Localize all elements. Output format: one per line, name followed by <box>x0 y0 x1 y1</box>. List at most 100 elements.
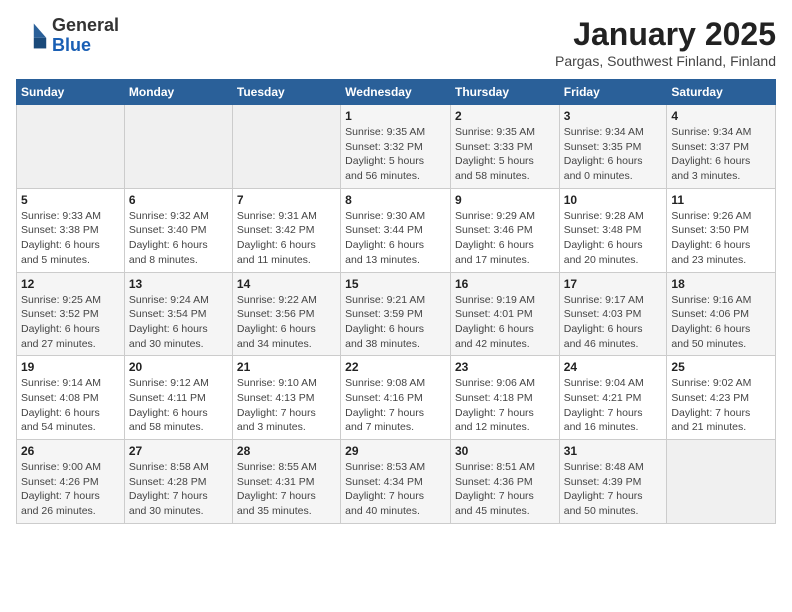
day-info: Sunrise: 9:19 AM Sunset: 4:01 PM Dayligh… <box>455 293 555 352</box>
day-number: 13 <box>129 277 228 291</box>
day-number: 28 <box>237 444 336 458</box>
calendar-cell: 18 Sunrise: 9:16 AM Sunset: 4:06 PM Dayli… <box>667 272 776 356</box>
calendar-header-row: SundayMondayTuesdayWednesdayThursdayFrid… <box>17 80 776 105</box>
day-number: 25 <box>671 360 771 374</box>
day-number: 18 <box>671 277 771 291</box>
calendar-cell <box>17 105 125 189</box>
day-info: Sunrise: 9:29 AM Sunset: 3:46 PM Dayligh… <box>455 209 555 268</box>
calendar-body: 1 Sunrise: 9:35 AM Sunset: 3:32 PM Daylig… <box>17 105 776 524</box>
day-number: 10 <box>564 193 663 207</box>
title-area: January 2025 Pargas, Southwest Finland, … <box>555 16 776 69</box>
day-number: 23 <box>455 360 555 374</box>
day-info: Sunrise: 8:53 AM Sunset: 4:34 PM Dayligh… <box>345 460 446 519</box>
calendar-cell: 26 Sunrise: 9:00 AM Sunset: 4:26 PM Dayli… <box>17 440 125 524</box>
logo-text: General Blue <box>52 16 119 56</box>
day-number: 2 <box>455 109 555 123</box>
day-info: Sunrise: 9:28 AM Sunset: 3:48 PM Dayligh… <box>564 209 663 268</box>
calendar-cell <box>124 105 232 189</box>
calendar-cell: 2 Sunrise: 9:35 AM Sunset: 3:33 PM Daylig… <box>450 105 559 189</box>
day-info: Sunrise: 9:33 AM Sunset: 3:38 PM Dayligh… <box>21 209 120 268</box>
calendar-cell: 30Sunrise: 8:51 AM Sunset: 4:36 PM Dayli… <box>450 440 559 524</box>
calendar-cell: 28 Sunrise: 8:55 AM Sunset: 4:31 PM Dayli… <box>232 440 340 524</box>
day-number: 20 <box>129 360 228 374</box>
day-number: 19 <box>21 360 120 374</box>
day-number: 1 <box>345 109 446 123</box>
calendar-cell: 13 Sunrise: 9:24 AM Sunset: 3:54 PM Dayli… <box>124 272 232 356</box>
day-info: Sunrise: 9:00 AM Sunset: 4:26 PM Dayligh… <box>21 460 120 519</box>
day-header-saturday: Saturday <box>667 80 776 105</box>
calendar-cell: 17Sunrise: 9:17 AM Sunset: 4:03 PM Dayli… <box>559 272 667 356</box>
day-header-sunday: Sunday <box>17 80 125 105</box>
day-info: Sunrise: 9:32 AM Sunset: 3:40 PM Dayligh… <box>129 209 228 268</box>
calendar-cell: 21 Sunrise: 9:10 AM Sunset: 4:13 PM Dayli… <box>232 356 340 440</box>
calendar-cell: 9 Sunrise: 9:29 AM Sunset: 3:46 PM Daylig… <box>450 188 559 272</box>
day-number: 17 <box>564 277 663 291</box>
day-number: 24 <box>564 360 663 374</box>
day-number: 5 <box>21 193 120 207</box>
calendar-cell: 22 Sunrise: 9:08 AM Sunset: 4:16 PM Dayli… <box>341 356 451 440</box>
day-number: 4 <box>671 109 771 123</box>
calendar-cell: 1 Sunrise: 9:35 AM Sunset: 3:32 PM Daylig… <box>341 105 451 189</box>
day-info: Sunrise: 9:21 AM Sunset: 3:59 PM Dayligh… <box>345 293 446 352</box>
day-number: 31 <box>564 444 663 458</box>
day-number: 12 <box>21 277 120 291</box>
day-number: 29 <box>345 444 446 458</box>
logo-icon <box>16 20 48 52</box>
day-number: 3 <box>564 109 663 123</box>
day-number: 26 <box>21 444 120 458</box>
day-info: Sunrise: 9:04 AM Sunset: 4:21 PM Dayligh… <box>564 376 663 435</box>
day-number: 7 <box>237 193 336 207</box>
day-info: Sunrise: 9:06 AM Sunset: 4:18 PM Dayligh… <box>455 376 555 435</box>
calendar-cell <box>232 105 340 189</box>
calendar-cell: 3 Sunrise: 9:34 AM Sunset: 3:35 PM Daylig… <box>559 105 667 189</box>
calendar-cell: 24 Sunrise: 9:04 AM Sunset: 4:21 PM Dayli… <box>559 356 667 440</box>
calendar-cell: 6 Sunrise: 9:32 AM Sunset: 3:40 PM Daylig… <box>124 188 232 272</box>
day-info: Sunrise: 9:08 AM Sunset: 4:16 PM Dayligh… <box>345 376 446 435</box>
day-info: Sunrise: 9:16 AM Sunset: 4:06 PM Dayligh… <box>671 293 771 352</box>
day-info: Sunrise: 8:51 AM Sunset: 4:36 PM Dayligh… <box>455 460 555 519</box>
calendar-cell: 27 Sunrise: 8:58 AM Sunset: 4:28 PM Dayli… <box>124 440 232 524</box>
calendar-cell: 15Sunrise: 9:21 AM Sunset: 3:59 PM Dayli… <box>341 272 451 356</box>
day-info: Sunrise: 9:22 AM Sunset: 3:56 PM Dayligh… <box>237 293 336 352</box>
calendar-table: SundayMondayTuesdayWednesdayThursdayFrid… <box>16 79 776 524</box>
day-number: 6 <box>129 193 228 207</box>
day-number: 21 <box>237 360 336 374</box>
week-row-4: 19Sunrise: 9:14 AM Sunset: 4:08 PM Dayli… <box>17 356 776 440</box>
logo: General Blue <box>16 16 119 56</box>
day-info: Sunrise: 9:26 AM Sunset: 3:50 PM Dayligh… <box>671 209 771 268</box>
logo-blue: Blue <box>52 36 119 56</box>
day-info: Sunrise: 9:35 AM Sunset: 3:32 PM Dayligh… <box>345 125 446 184</box>
day-number: 11 <box>671 193 771 207</box>
day-number: 9 <box>455 193 555 207</box>
day-info: Sunrise: 9:12 AM Sunset: 4:11 PM Dayligh… <box>129 376 228 435</box>
day-number: 14 <box>237 277 336 291</box>
day-info: Sunrise: 9:24 AM Sunset: 3:54 PM Dayligh… <box>129 293 228 352</box>
day-info: Sunrise: 8:58 AM Sunset: 4:28 PM Dayligh… <box>129 460 228 519</box>
day-header-friday: Friday <box>559 80 667 105</box>
calendar-cell: 29 Sunrise: 8:53 AM Sunset: 4:34 PM Dayli… <box>341 440 451 524</box>
week-row-5: 26 Sunrise: 9:00 AM Sunset: 4:26 PM Dayli… <box>17 440 776 524</box>
logo-general: General <box>52 16 119 36</box>
day-header-thursday: Thursday <box>450 80 559 105</box>
day-number: 22 <box>345 360 446 374</box>
calendar-cell: 11 Sunrise: 9:26 AM Sunset: 3:50 PM Dayli… <box>667 188 776 272</box>
day-info: Sunrise: 9:10 AM Sunset: 4:13 PM Dayligh… <box>237 376 336 435</box>
week-row-3: 12Sunrise: 9:25 AM Sunset: 3:52 PM Dayli… <box>17 272 776 356</box>
calendar-cell: 5 Sunrise: 9:33 AM Sunset: 3:38 PM Daylig… <box>17 188 125 272</box>
calendar-cell: 4Sunrise: 9:34 AM Sunset: 3:37 PM Daylig… <box>667 105 776 189</box>
calendar-cell: 12Sunrise: 9:25 AM Sunset: 3:52 PM Dayli… <box>17 272 125 356</box>
day-info: Sunrise: 9:34 AM Sunset: 3:35 PM Dayligh… <box>564 125 663 184</box>
calendar-cell <box>667 440 776 524</box>
calendar-cell: 23 Sunrise: 9:06 AM Sunset: 4:18 PM Dayli… <box>450 356 559 440</box>
day-number: 27 <box>129 444 228 458</box>
day-info: Sunrise: 9:02 AM Sunset: 4:23 PM Dayligh… <box>671 376 771 435</box>
day-info: Sunrise: 9:35 AM Sunset: 3:33 PM Dayligh… <box>455 125 555 184</box>
day-info: Sunrise: 9:30 AM Sunset: 3:44 PM Dayligh… <box>345 209 446 268</box>
header: General Blue January 2025 Pargas, Southw… <box>16 16 776 69</box>
calendar-cell: 20 Sunrise: 9:12 AM Sunset: 4:11 PM Dayli… <box>124 356 232 440</box>
day-number: 8 <box>345 193 446 207</box>
day-number: 16 <box>455 277 555 291</box>
day-info: Sunrise: 8:55 AM Sunset: 4:31 PM Dayligh… <box>237 460 336 519</box>
calendar-title: January 2025 <box>555 16 776 53</box>
day-info: Sunrise: 9:31 AM Sunset: 3:42 PM Dayligh… <box>237 209 336 268</box>
